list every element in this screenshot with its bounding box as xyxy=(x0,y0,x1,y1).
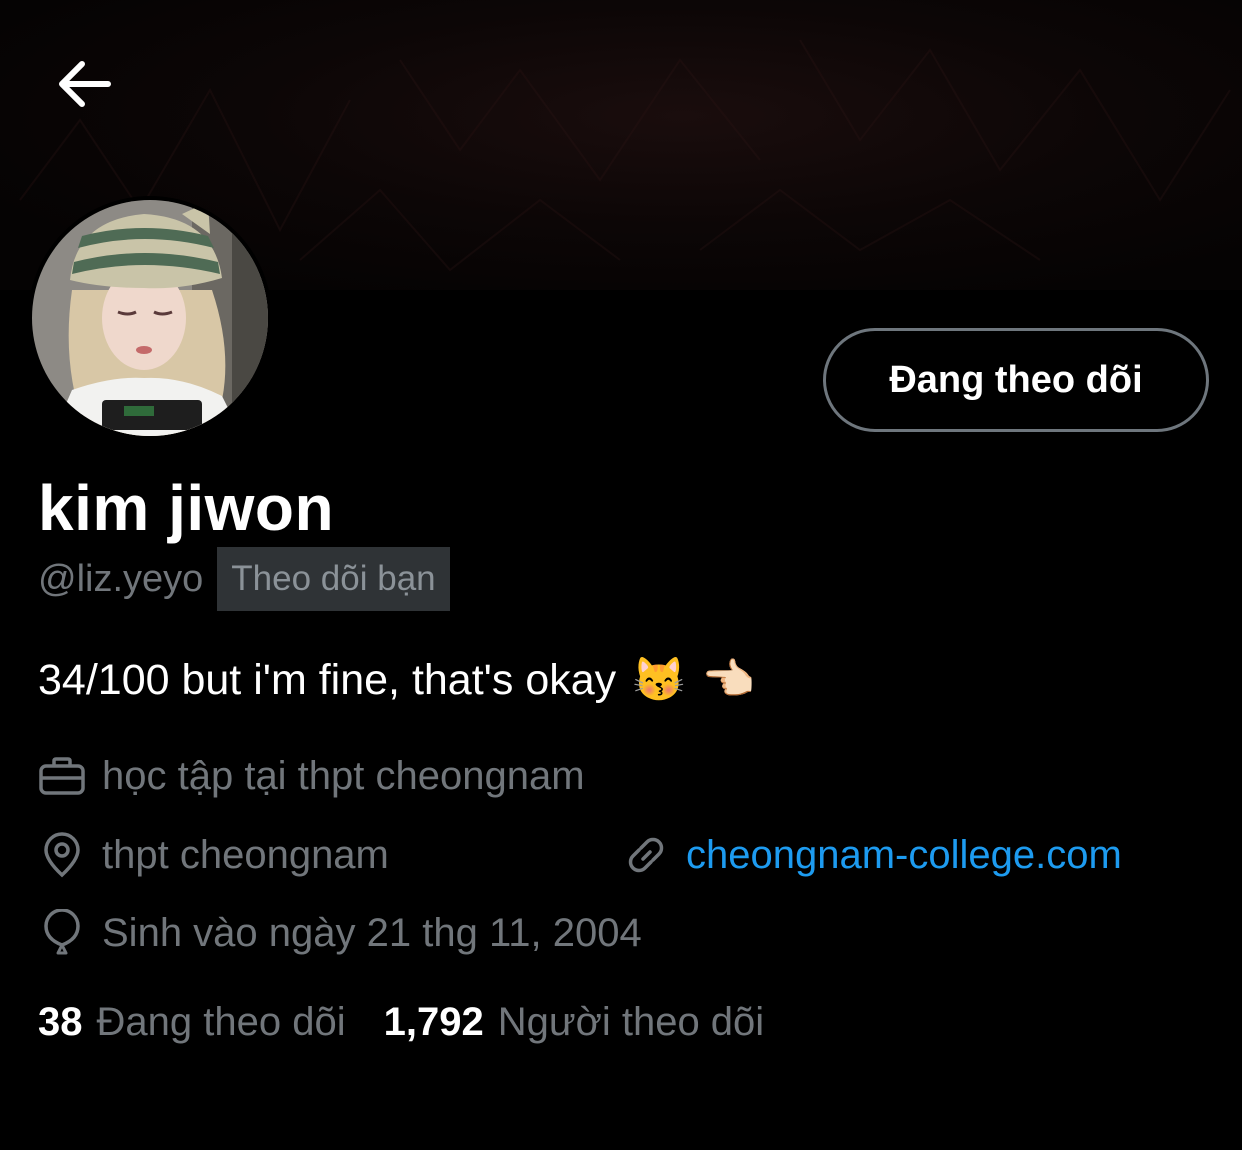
avatar-photo xyxy=(32,200,268,436)
stats-row: 38 Đang theo dõi 1,792 Người theo dõi xyxy=(38,994,764,1050)
handle-row: @liz.yeyo Theo dõi bạn xyxy=(38,547,450,611)
follows-you-badge: Theo dõi bạn xyxy=(217,547,450,611)
pointing-hand-emoji: 👈🏻 xyxy=(701,656,756,704)
display-name: kim jiwon xyxy=(38,472,335,544)
following-button-label: Đang theo dõi xyxy=(889,358,1143,401)
following-count: 38 xyxy=(38,999,83,1044)
user-handle: @liz.yeyo xyxy=(38,557,204,600)
bio-text: 34/100 but i'm fine, that's okay xyxy=(38,656,617,704)
balloon-icon xyxy=(38,909,86,957)
work-row: học tập tại thpt cheongnam xyxy=(38,748,585,804)
followers-stat[interactable]: 1,792 Người theo dõi xyxy=(384,1000,765,1045)
kissing-cat-emoji: 😽 xyxy=(632,656,686,704)
work-text: học tập tại thpt cheongnam xyxy=(102,753,585,798)
following-stat[interactable]: 38 Đang theo dõi xyxy=(38,1000,346,1045)
location-text: thpt cheongnam xyxy=(102,832,389,877)
website-row[interactable]: cheongnam-college.com xyxy=(622,827,1122,883)
location-row: thpt cheongnam xyxy=(38,827,389,883)
birthday-text: Sinh vào ngày 21 thg 11, 2004 xyxy=(102,910,642,955)
birthday-row: Sinh vào ngày 21 thg 11, 2004 xyxy=(38,905,642,961)
avatar[interactable] xyxy=(28,196,272,440)
link-icon xyxy=(622,831,670,879)
arrow-left-icon xyxy=(59,61,111,107)
website-link[interactable]: cheongnam-college.com xyxy=(686,833,1122,878)
briefcase-icon xyxy=(38,752,86,800)
back-button[interactable] xyxy=(52,52,116,116)
following-button[interactable]: Đang theo dõi xyxy=(823,328,1209,432)
bio: 34/100 but i'm fine, that's okay 😽 👈🏻 xyxy=(38,652,755,708)
followers-count: 1,792 xyxy=(383,999,484,1044)
location-pin-icon xyxy=(38,831,86,879)
followers-label: Người theo dõi xyxy=(497,999,765,1044)
following-label: Đang theo dõi xyxy=(96,999,346,1044)
